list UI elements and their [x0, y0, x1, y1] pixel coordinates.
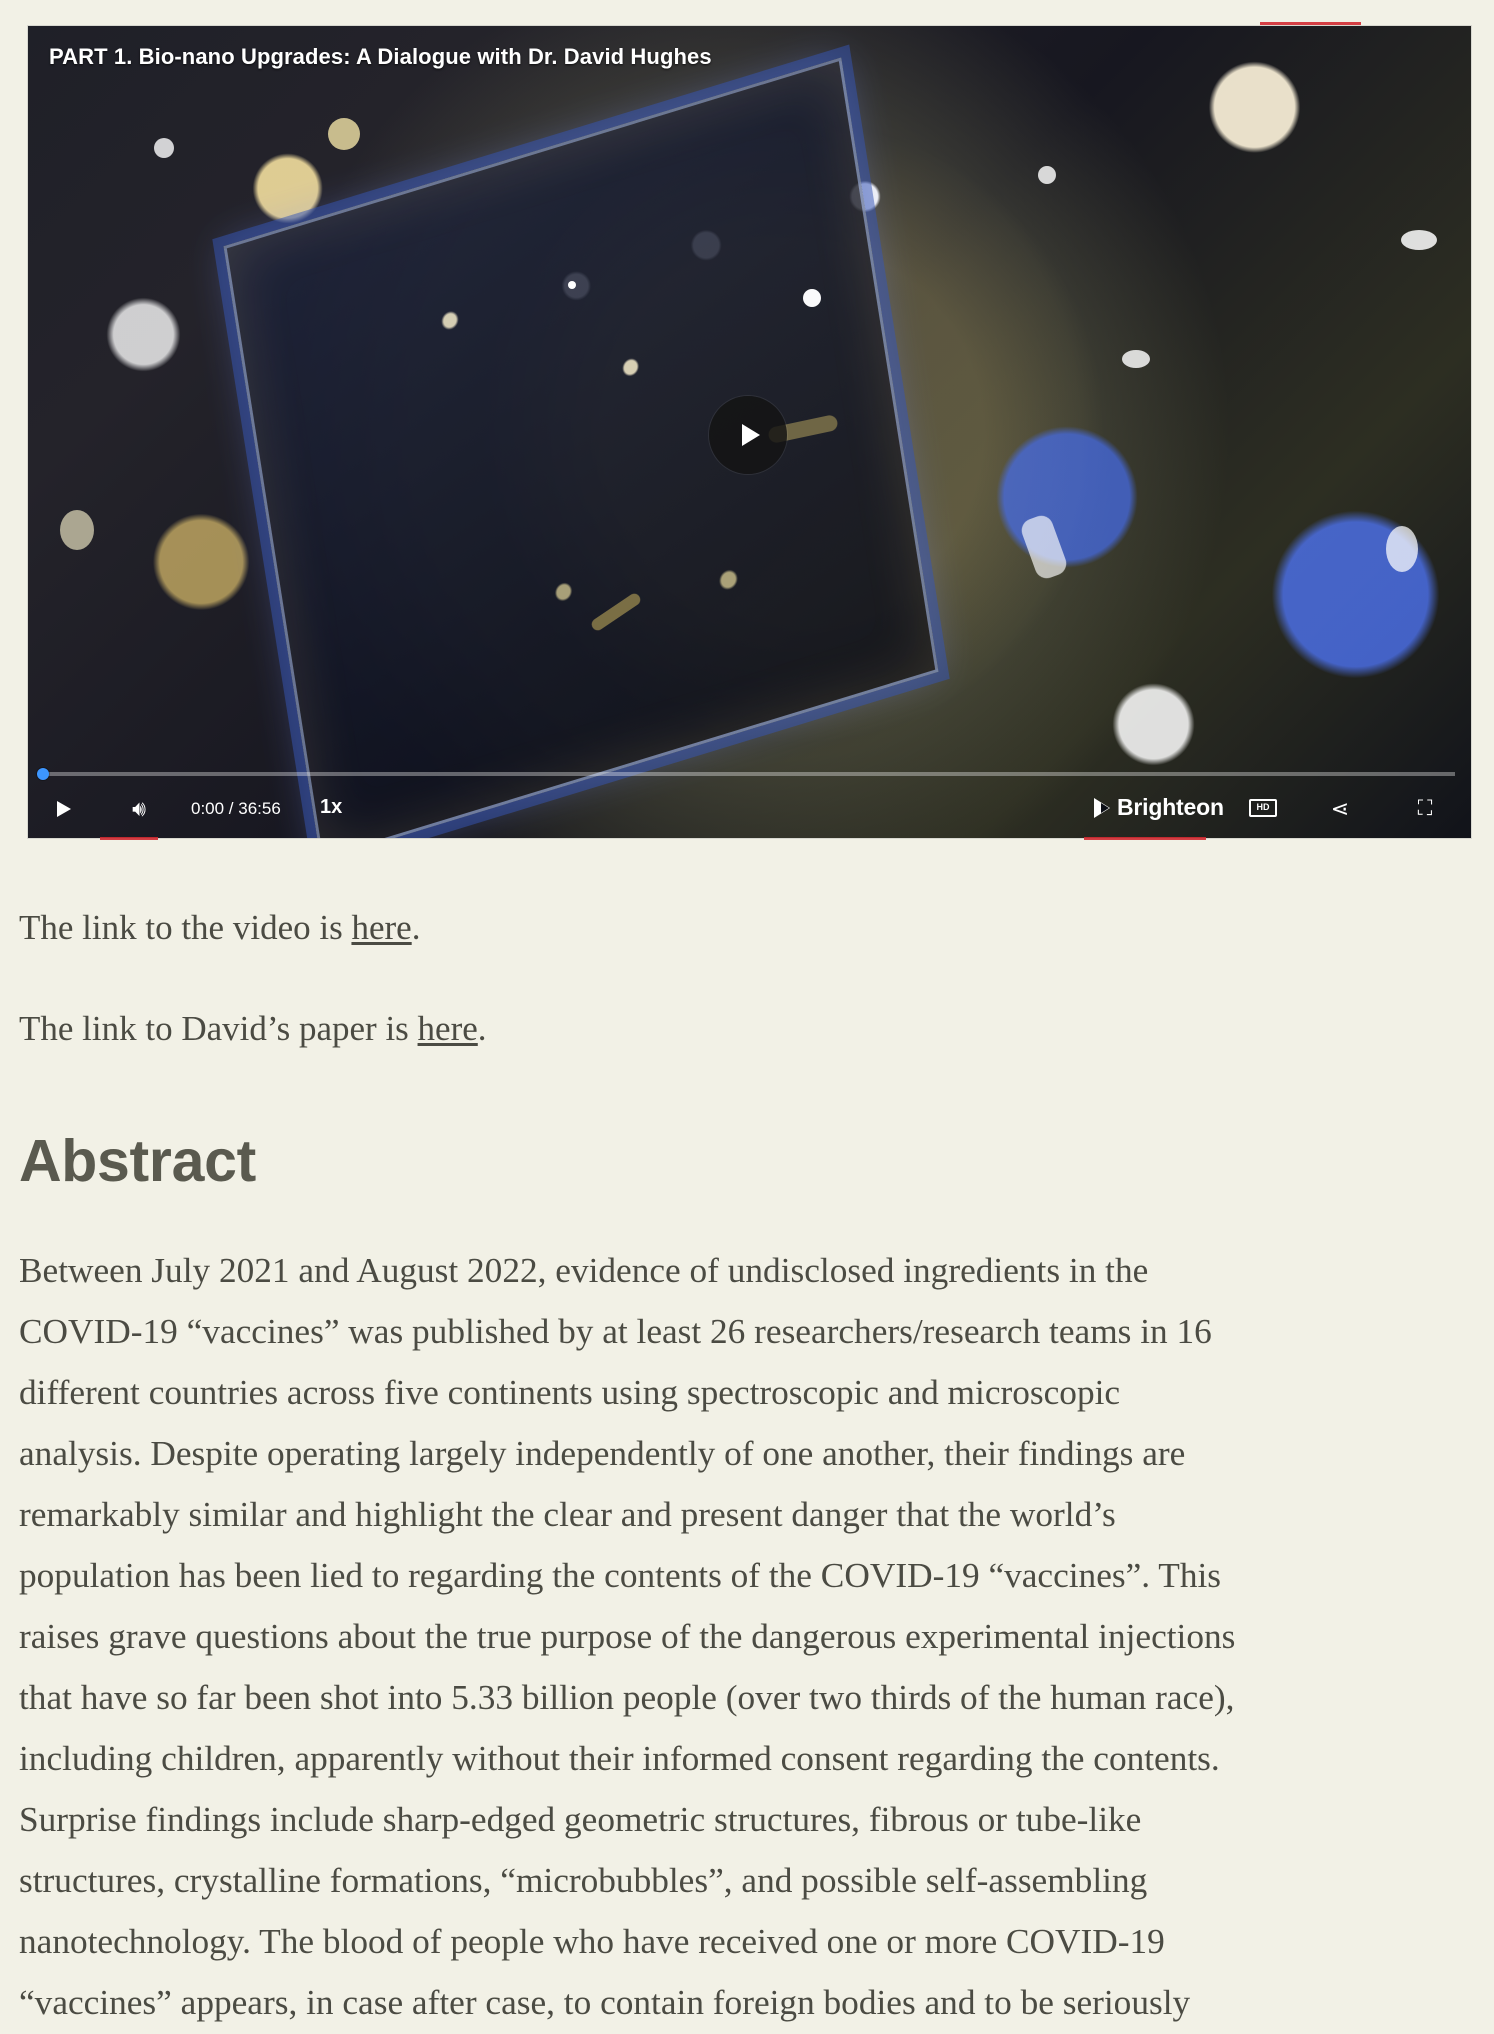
video-link-prefix: The link to the video is	[19, 908, 352, 947]
play-button[interactable]	[52, 797, 76, 821]
paper-link-suffix: .	[477, 1009, 487, 1048]
share-button[interactable]: ⋖	[1326, 795, 1354, 823]
video-link[interactable]: here	[351, 908, 411, 947]
video-title: PART 1. Bio-nano Upgrades: A Dialogue wi…	[49, 44, 712, 69]
play-icon	[57, 801, 71, 817]
share-icon: ⋖	[1330, 796, 1350, 821]
abstract-line: that have so far been shot into 5.33 bil…	[19, 1678, 1235, 1717]
bright-particle	[154, 138, 174, 158]
abstract-paragraph: Between July 2021 and August 2022, evide…	[19, 1240, 1479, 2033]
abstract-line: COVID-19 “vaccines” was published by at …	[19, 1312, 1212, 1351]
brighteon-icon	[1093, 797, 1115, 819]
bottom-right-red-accent	[1084, 837, 1206, 840]
paper-link[interactable]: here	[418, 1009, 478, 1048]
fullscreen-icon: ⛶	[1417, 797, 1433, 820]
abstract-line: “vaccines” appears, in case after case, …	[19, 1983, 1191, 2022]
playback-speed-button[interactable]: 1x	[320, 796, 342, 819]
abstract-line: Surprise findings include sharp-edged ge…	[19, 1800, 1142, 1839]
volume-button[interactable]: 🔊︎	[123, 795, 155, 823]
video-link-paragraph: The link to the video is here.	[19, 905, 1475, 951]
abstract-line: raises grave questions about the true pu…	[19, 1617, 1236, 1656]
abstract-line: remarkably similar and highlight the cle…	[19, 1495, 1116, 1534]
bright-particle	[60, 510, 94, 550]
fullscreen-button[interactable]: ⛶	[1411, 795, 1439, 823]
abstract-line: including children, apparently without t…	[19, 1739, 1220, 1778]
video-progress-bar[interactable]	[37, 768, 1455, 780]
paper-link-prefix: The link to David’s paper is	[19, 1009, 418, 1048]
brighteon-logo[interactable]: Brighteon	[1093, 794, 1224, 821]
volume-icon: 🔊︎	[132, 796, 146, 821]
video-time: 0:00 / 36:56	[191, 799, 281, 818]
abstract-line: Between July 2021 and August 2022, evide…	[19, 1251, 1149, 1290]
abstract-heading: Abstract	[19, 1128, 256, 1194]
center-play-button[interactable]	[709, 396, 787, 474]
video-player[interactable]: PART 1. Bio-nano Upgrades: A Dialogue wi…	[27, 25, 1472, 839]
bright-particle	[568, 281, 576, 289]
bright-particle	[803, 289, 821, 307]
bright-particle	[328, 118, 360, 150]
brighteon-logo-text: Brighteon	[1117, 794, 1224, 820]
abstract-line: population has been lied to regarding th…	[19, 1556, 1222, 1595]
abstract-line: nanotechnology. The blood of people who …	[19, 1922, 1165, 1961]
abstract-line: structures, crystalline formations, “mic…	[19, 1861, 1148, 1900]
play-icon	[741, 424, 760, 446]
bright-particle	[1386, 526, 1418, 572]
abstract-line: analysis. Despite operating largely inde…	[19, 1434, 1186, 1473]
bottom-left-red-accent	[100, 837, 158, 840]
bright-particle	[1038, 166, 1056, 184]
bright-particle	[1122, 350, 1150, 368]
bright-particle	[1401, 230, 1437, 250]
abstract-line: different countries across five continen…	[19, 1373, 1121, 1412]
hd-button[interactable]: HD	[1249, 799, 1277, 817]
video-controls: 🔊︎ 0:00 / 36:56 1x Brighteon HD ⋖ ⛶	[28, 779, 1471, 838]
video-link-suffix: .	[411, 908, 421, 947]
paper-link-paragraph: The link to David’s paper is here.	[19, 1006, 1475, 1052]
